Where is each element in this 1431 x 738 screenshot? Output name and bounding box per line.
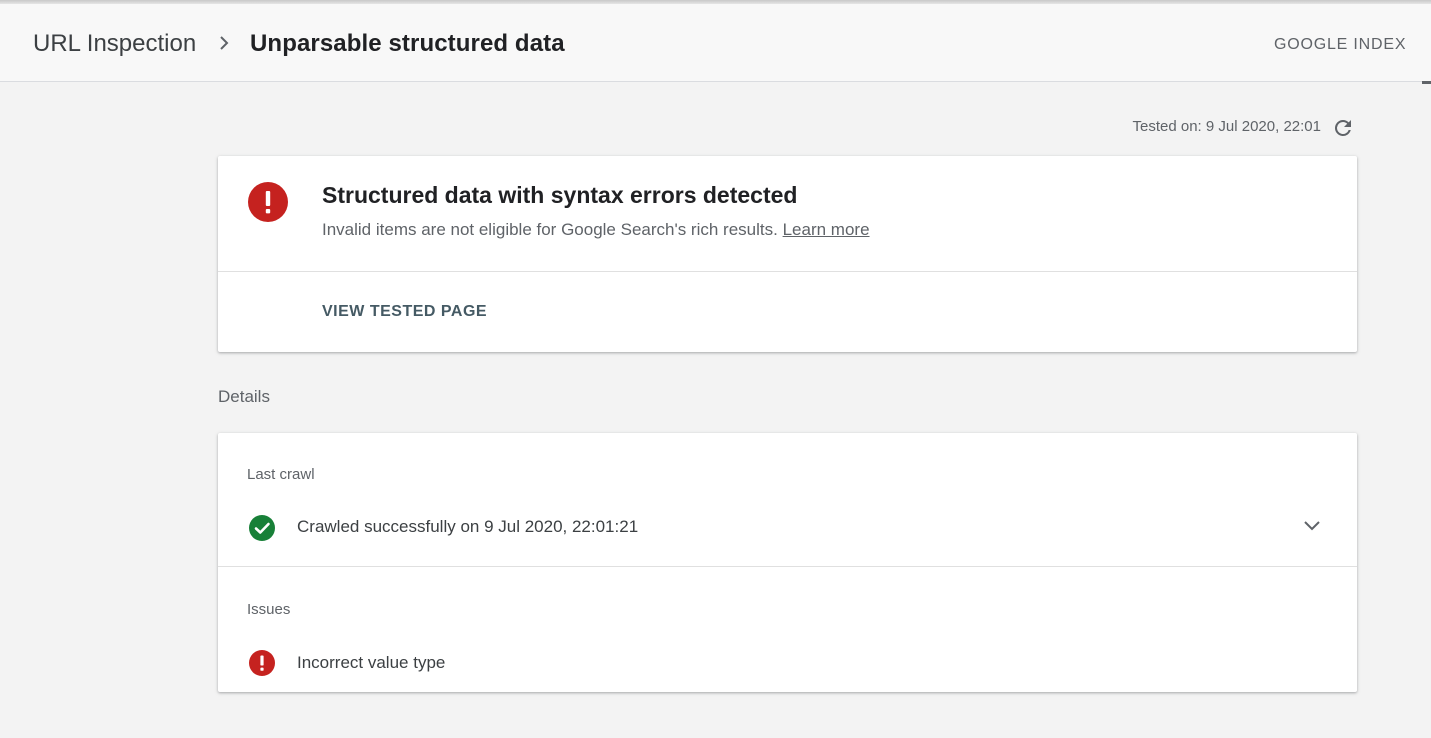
error-icon <box>248 182 288 222</box>
details-card: Last crawl Crawled successfully on 9 Jul… <box>218 433 1357 692</box>
check-circle-icon <box>249 515 275 541</box>
refresh-icon[interactable] <box>1331 116 1355 140</box>
chevron-right-icon <box>220 36 229 50</box>
chevron-down-icon[interactable] <box>1302 519 1322 533</box>
issue-item[interactable]: Incorrect value type <box>297 653 445 673</box>
summary-subtitle-text: Invalid items are not eligible for Googl… <box>322 220 778 239</box>
page-title: Unparsable structured data <box>250 30 565 57</box>
tab-google-index[interactable]: GOOGLE INDEX <box>1274 36 1406 54</box>
last-crawl-status: Crawled successfully on 9 Jul 2020, 22:0… <box>297 517 639 536</box>
summary-card: Structured data with syntax errors detec… <box>218 156 1357 352</box>
issues-label: Issues <box>247 601 291 618</box>
last-crawl-label: Last crawl <box>247 466 315 483</box>
divider <box>218 566 1357 567</box>
tested-on-timestamp: Tested on: 9 Jul 2020, 22:01 <box>1132 118 1321 135</box>
learn-more-link[interactable]: Learn more <box>783 220 870 239</box>
summary-subtitle: Invalid items are not eligible for Googl… <box>322 220 870 240</box>
tab-active-indicator <box>1422 81 1431 84</box>
error-icon <box>249 650 275 676</box>
summary-title: Structured data with syntax errors detec… <box>322 182 798 208</box>
view-tested-page-button[interactable]: VIEW TESTED PAGE <box>322 303 487 321</box>
divider <box>218 271 1357 272</box>
page-header: URL Inspection Unparsable structured dat… <box>0 4 1431 84</box>
breadcrumb-url-inspection[interactable]: URL Inspection <box>33 30 196 58</box>
details-heading: Details <box>218 387 270 406</box>
